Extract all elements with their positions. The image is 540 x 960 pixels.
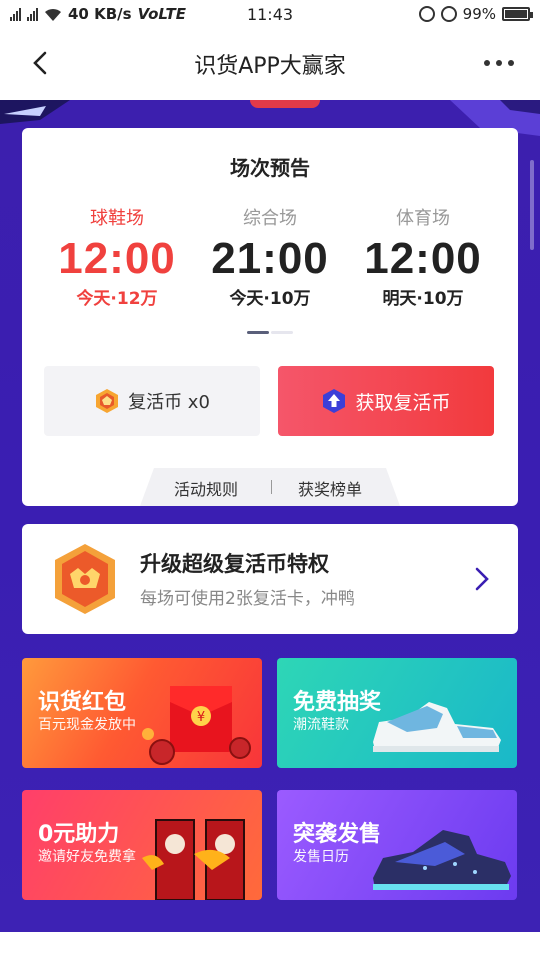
sneaker-image [373,830,511,890]
get-revive-coins-button[interactable]: 获取复活币 [278,366,494,436]
upgrade-arrow-icon [323,389,346,413]
preview-title: 场次预告 [230,156,310,180]
signal-icon-2 [27,7,38,21]
nav-bar: 识货APP大赢家 [0,28,540,100]
tile-title: 免费抽奖 [293,690,382,715]
session-name: 体育场 [396,208,450,229]
revive-coin-icon [96,389,119,413]
session-time: 12:00 [364,234,482,283]
session-sports[interactable]: 体育场 12:00 明天·10万 [348,204,498,309]
svg-text:¥: ¥ [197,710,205,725]
tile-subtitle: 潮流鞋款 [293,717,349,733]
signal-icon [10,7,21,21]
tile-title: 识货红包 [38,690,127,715]
get-revive-coins-label: 获取复活币 [355,391,451,414]
session-meta: 今天·12万 [76,289,158,309]
battery-icon [502,7,533,21]
carousel-dot [271,331,293,334]
rules-tab-bar: 活动规则 获奖榜单 [140,466,400,506]
session-time: 21:00 [211,234,329,283]
tile-subtitle: 百元现金发放中 [38,717,136,733]
lock-rotation-icon [418,6,435,22]
winners-list-tab[interactable]: 获奖榜单 [298,476,362,500]
zero-yuan-assist-tile[interactable]: 0元助力 邀请好友免费拿 [22,790,262,900]
new-year-cards-image [142,819,245,900]
chevron-right-icon [475,567,489,591]
alarm-icon [440,6,457,22]
back-button[interactable] [28,50,54,76]
wifi-icon [44,7,62,21]
tile-title: 0元助力 [38,822,120,847]
tile-title: 突袭发售 [293,822,382,847]
revive-coins-label: 复活币 x0 [128,392,210,413]
session-sneakers[interactable]: 球鞋场 12:00 今天·12万 [42,204,192,309]
free-lottery-tile[interactable]: 免费抽奖 潮流鞋款 [277,658,517,768]
upgrade-privilege-card[interactable]: 升级超级复活币特权 每场可使用2张复活卡，冲鸭 [22,524,518,634]
session-general[interactable]: 综合场 21:00 今天·10万 [195,204,345,309]
session-meta: 明天·10万 [382,289,464,309]
session-preview-card: 场次预告 球鞋场 12:00 今天·12万 综合场 21:00 今天·10万 体… [22,128,518,506]
session-name: 综合场 [243,208,297,229]
network-speed: 40 KB/s [68,5,132,23]
activity-stage: 场次预告 球鞋场 12:00 今天·12万 综合场 21:00 今天·10万 体… [0,100,540,932]
tab-divider [271,480,272,494]
decor-banner-edge [250,100,320,108]
session-meta: 今天·10万 [229,289,311,309]
decor-graphic-left [0,100,70,124]
upgrade-subtitle: 每场可使用2张复活卡，冲鸭 [140,589,355,609]
tile-subtitle: 邀请好友免费拿 [38,849,136,865]
next-section-peek [0,932,540,960]
red-packet-tile[interactable]: ¥ 识货红包 百元现金发放中 [22,658,262,768]
carousel-dot-active [247,331,269,334]
section-heading-fragment [28,952,108,960]
upgrade-title: 升级超级复活币特权 [140,552,329,576]
session-name: 球鞋场 [90,208,144,229]
status-bar: 40 KB/s VoLTE 11:43 99% [0,0,540,28]
scrollbar-thumb[interactable] [530,160,534,250]
activity-rules-tab[interactable]: 活动规则 [174,476,238,500]
carousel-indicator [247,331,293,334]
battery-percent: 99% [462,5,496,23]
battery-fill [505,10,527,18]
more-menu-button[interactable] [480,54,518,72]
raid-release-tile[interactable]: 突袭发售 发售日历 [277,790,517,900]
tile-subtitle: 发售日历 [293,849,349,865]
sneaker-image [373,702,501,752]
red-envelope-icon: ¥ [142,686,251,765]
chevron-left-icon [33,51,47,75]
volte-indicator: VoLTE [137,5,186,23]
page-title: 识货APP大赢家 [194,54,346,79]
more-dot-icon [496,60,502,66]
more-dot-icon [508,60,514,66]
more-dot-icon [484,60,490,66]
session-time: 12:00 [58,234,176,283]
super-revive-badge-icon [55,544,115,614]
revive-coins-button[interactable]: 复活币 x0 [44,366,260,436]
